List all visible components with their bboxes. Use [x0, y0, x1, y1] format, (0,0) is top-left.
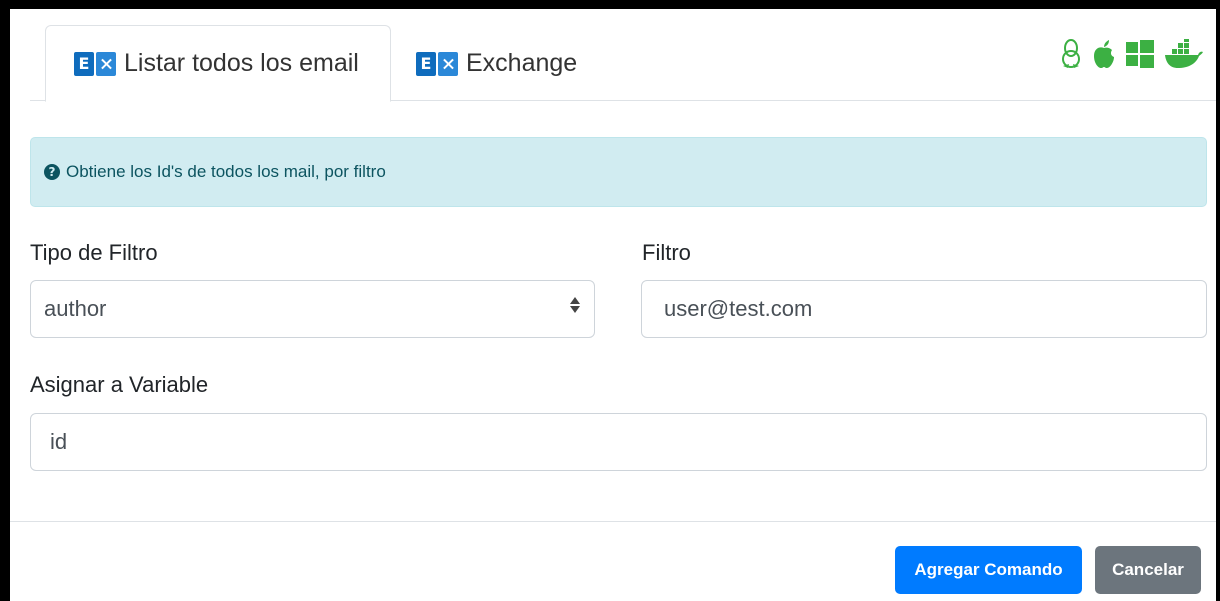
- question-circle-icon: ?: [44, 164, 60, 180]
- select-arrows-icon: [570, 297, 580, 313]
- tab-label: Exchange: [466, 49, 578, 77]
- windows-icon: [1126, 40, 1154, 68]
- filter-type-label: Tipo de Filtro: [30, 240, 158, 265]
- filter-label: Filtro: [642, 240, 691, 265]
- linux-icon: [1060, 39, 1082, 69]
- footer-divider: [10, 521, 1216, 522]
- os-compatibility: [1060, 39, 1204, 69]
- tab-exchange[interactable]: E Exchange: [416, 25, 577, 102]
- filter-value: user@test.com: [664, 296, 813, 321]
- exchange-icon: E: [74, 51, 116, 76]
- alert-text: Obtiene los Id's de todos los mail, por …: [66, 162, 386, 181]
- cancel-button[interactable]: Cancelar: [1095, 546, 1201, 594]
- info-alert: ? Obtiene los Id's de todos los mail, po…: [30, 137, 1207, 207]
- tab-label: Listar todos los email: [124, 49, 359, 77]
- variable-input[interactable]: id: [30, 413, 1207, 471]
- filter-type-value: author: [44, 296, 107, 321]
- apple-icon: [1092, 39, 1116, 69]
- exchange-icon: E: [416, 51, 458, 76]
- docker-icon: [1164, 39, 1204, 69]
- tab-list-all-emails[interactable]: E Listar todos los email: [45, 25, 391, 102]
- tab-bar: E Listar todos los email E Exchange: [30, 9, 1216, 102]
- command-dialog: E Listar todos los email E Exchange ? Ob…: [10, 9, 1216, 601]
- filter-type-select[interactable]: author: [30, 280, 595, 338]
- add-command-button[interactable]: Agregar Comando: [895, 546, 1082, 594]
- variable-value: id: [50, 429, 68, 454]
- filter-input[interactable]: user@test.com: [641, 280, 1207, 338]
- variable-label: Asignar a Variable: [30, 372, 209, 397]
